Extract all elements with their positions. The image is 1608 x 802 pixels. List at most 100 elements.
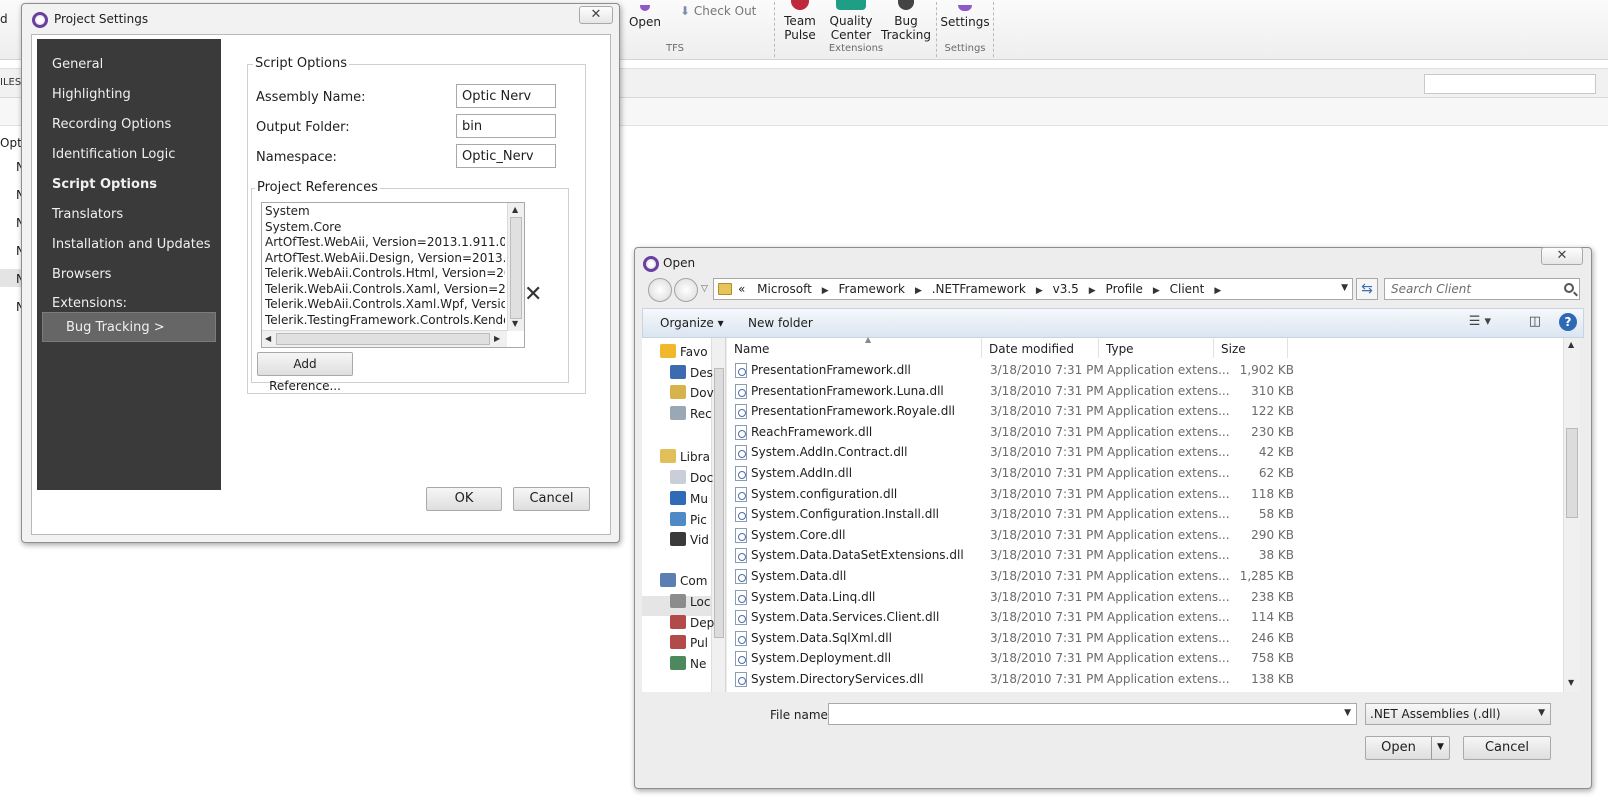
close-button[interactable]: ✕ [579,6,613,24]
output-folder-input[interactable]: bin [456,114,556,138]
breadcrumb-overflow[interactable]: « [738,282,745,296]
references-horizontal-scrollbar[interactable]: ◀ ▶ [262,330,507,347]
file-row[interactable]: System.Data.SqlXml.dll 3/18/2010 7:31 PM A… [727,628,1563,649]
reference-item[interactable]: Telerik.WebAii.Controls.Html, Version=20… [265,266,505,282]
scroll-thumb[interactable] [276,333,490,345]
cancel-button[interactable]: Cancel [1463,736,1551,760]
breadcrumb-item[interactable]: Framework [839,282,905,296]
nav-item[interactable]: Pic [670,512,707,527]
file-row[interactable]: System.Data.dll 3/18/2010 7:31 PM Applicat… [727,566,1563,587]
breadcrumb-chevron-icon[interactable]: ▶ [915,286,922,296]
add-reference-button[interactable]: Add Reference... [257,352,353,393]
nav-item[interactable]: Dov [670,385,714,400]
files-tab-fragment[interactable]: ILES [0,77,21,88]
breadcrumb-item[interactable]: Profile [1106,282,1143,296]
preview-pane-icon[interactable]: ◫ [1529,314,1541,329]
breadcrumb-chevron-icon[interactable]: ▶ [1036,286,1043,296]
scroll-left-arrow-icon[interactable]: ◀ [265,334,271,343]
sidebar-item-bug-tracking[interactable]: Bug Tracking > [42,312,216,342]
address-bar[interactable]: « Microsoft ▶ Framework ▶ .NETFramework ▶ v… [713,278,1353,300]
ribbon-bug-tracking-button[interactable]: Bug Tracking [880,0,932,42]
nav-item[interactable]: Favo [660,344,708,359]
file-row[interactable]: System.Deployment.dll 3/18/2010 7:31 PM Ap… [727,648,1563,669]
file-row[interactable]: PresentationFramework.Luna.dll 3/18/2010 … [727,381,1563,402]
breadcrumb-chevron-icon[interactable]: ▶ [822,286,829,296]
reference-item[interactable]: Telerik.WebAii.Controls.Xaml, Version=20… [265,282,505,298]
file-type-select[interactable]: .NET Assemblies (.dll) ▼ [1365,703,1551,725]
ribbon-open-button[interactable]: Open [628,5,662,29]
nav-item[interactable]: Ne [670,656,706,671]
sidebar-item-identification-logic[interactable]: Identification Logic [52,147,175,162]
app-search-input[interactable] [1424,74,1596,94]
sidebar-item-script-options[interactable]: Script Options [52,177,157,192]
file-name-input[interactable]: ▼ [828,703,1357,725]
remove-reference-icon[interactable]: ✕ [524,282,542,307]
sidebar-item-highlighting[interactable]: Highlighting [52,87,131,102]
breadcrumb-item[interactable]: v3.5 [1053,282,1079,296]
cancel-button[interactable]: Cancel [513,487,590,511]
open-button[interactable]: Open ▼ [1365,736,1450,760]
breadcrumb-chevron-icon[interactable]: ▶ [1214,286,1221,296]
sidebar-item-installation-updates[interactable]: Installation and Updates [52,237,211,252]
file-list-scrollbar[interactable]: ▲ ▼ [1563,338,1580,692]
column-header-size[interactable]: Size [1214,338,1288,358]
breadcrumb-chevron-icon[interactable]: ▶ [1089,286,1096,296]
file-name-dropdown-icon[interactable]: ▼ [1344,708,1351,718]
refresh-button[interactable]: ⇆ [1356,278,1378,300]
namespace-input[interactable]: Optic_Nerv [456,144,556,168]
sidebar-item-recording-options[interactable]: Recording Options [52,117,171,132]
sidebar-item-general[interactable]: General [52,57,103,72]
nav-item[interactable]: Libra [660,449,710,464]
file-row[interactable]: System.AddIn.dll 3/18/2010 7:31 PM Applica… [727,463,1563,484]
file-row[interactable]: System.Configuration.Install.dll 3/18/201… [727,504,1563,525]
references-vertical-scrollbar[interactable]: ▲ ▼ [507,203,524,331]
address-dropdown-icon[interactable]: ▼ [1341,283,1348,293]
recent-locations-dropdown-icon[interactable]: ▽ [701,284,708,294]
column-header-type[interactable]: Type [1099,338,1214,358]
file-row[interactable]: PresentationFramework.Royale.dll 3/18/201… [727,401,1563,422]
view-options-icon[interactable]: ☰ ▾ [1469,314,1491,329]
search-input[interactable]: Search Client [1384,278,1580,300]
open-options-dropdown-icon[interactable]: ▼ [1431,737,1449,759]
nav-item[interactable]: Com [660,573,707,588]
file-row[interactable]: System.Core.dll 3/18/2010 7:31 PM Applicat… [727,525,1563,546]
nav-item[interactable]: Dep [670,615,714,630]
breadcrumb-item[interactable]: .NETFramework [932,282,1026,296]
organize-button[interactable]: Organize ▾ [660,316,724,330]
scroll-down-arrow-icon[interactable]: ▼ [1568,678,1574,687]
help-icon[interactable]: ? [1559,313,1577,331]
nav-item[interactable]: Loc [670,594,710,609]
file-row[interactable]: System.Data.Linq.dll 3/18/2010 7:31 PM App… [727,587,1563,608]
file-row[interactable]: System.AddIn.Contract.dll 3/18/2010 7:31 … [727,442,1563,463]
column-header-name[interactable]: Name [727,338,982,358]
reference-item[interactable]: System.Core [265,220,505,236]
file-row[interactable]: System.DirectoryServices.dll 3/18/2010 7:… [727,669,1563,690]
reference-item[interactable]: System [265,204,505,220]
scroll-thumb[interactable] [1566,428,1578,518]
sidebar-item-translators[interactable]: Translators [52,207,123,222]
ribbon-quality-center-button[interactable]: Quality Center [826,0,876,42]
nav-item[interactable]: Doc [670,470,713,485]
breadcrumb-item[interactable]: Client [1170,282,1205,296]
scroll-down-arrow-icon[interactable]: ▼ [512,319,518,328]
scroll-up-arrow-icon[interactable]: ▲ [512,205,518,214]
reference-item[interactable]: ArtOfTest.WebAii.Design, Version=2013.1.… [265,251,505,267]
scroll-thumb[interactable] [510,217,522,319]
assembly-name-input[interactable]: Optic Nerv [456,84,556,108]
file-row[interactable]: PresentationFramework.dll 3/18/2010 7:31 … [727,360,1563,381]
column-header-date-modified[interactable]: Date modified [982,338,1099,358]
nav-item[interactable]: Rec [670,406,712,421]
forward-button[interactable] [674,278,698,302]
reference-item[interactable]: Telerik.WebAii.Controls.Xaml.Wpf, Versio… [265,297,505,313]
nav-item[interactable]: Pul [670,635,708,650]
file-row[interactable]: System.Data.Services.Client.dll 3/18/2010… [727,607,1563,628]
back-button[interactable] [648,278,672,302]
ribbon-checkout-button[interactable]: ⬇ Check Out [680,4,760,18]
nav-item[interactable]: Des [670,365,713,380]
nav-item[interactable]: Vid [670,532,709,547]
scroll-thumb[interactable] [714,368,724,638]
reference-item[interactable]: Telerik.TestingFramework.Controls.KendoU… [265,313,505,329]
file-row[interactable]: ReachFramework.dll 3/18/2010 7:31 PM Appli… [727,422,1563,443]
references-list[interactable]: System System.Core ArtOfTest.WebAii, Ver… [261,202,525,348]
file-row[interactable]: System.Data.DataSetExtensions.dll 3/18/20… [727,545,1563,566]
